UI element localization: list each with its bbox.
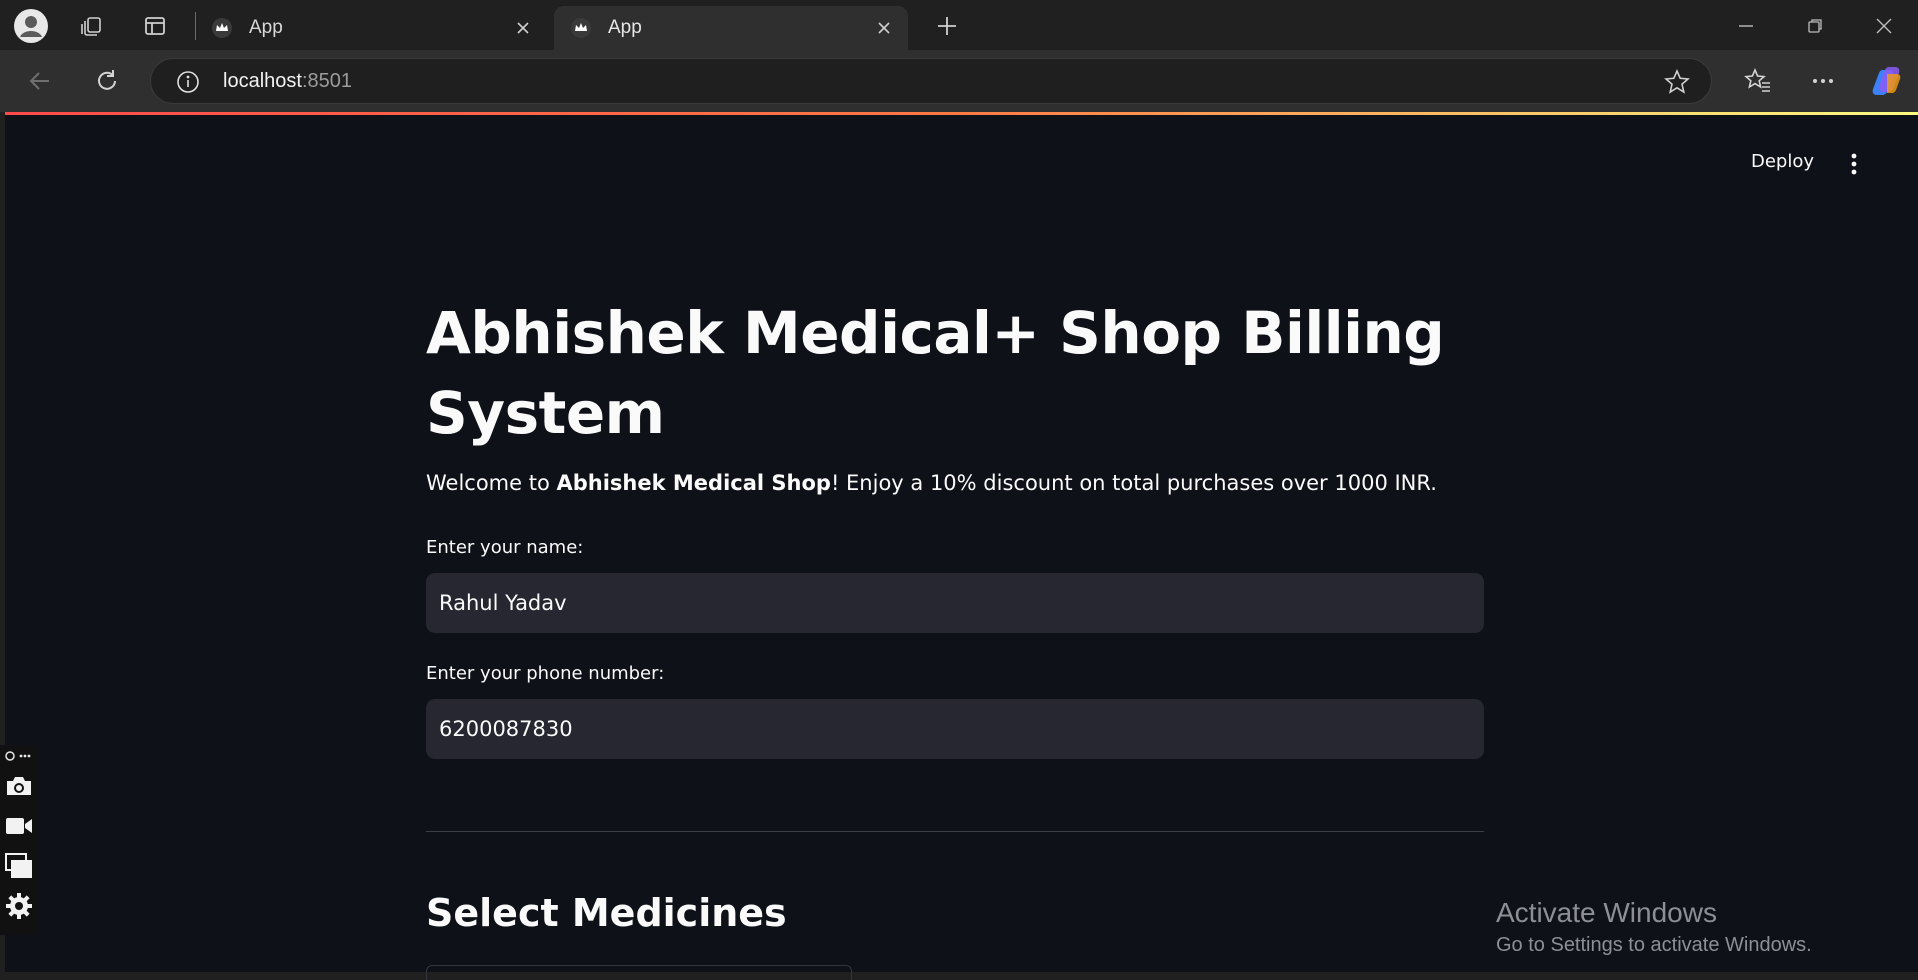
vertical-tabs-icon[interactable] (141, 12, 169, 40)
recorder-toolbar (0, 745, 38, 935)
welcome-shop-name: Abhishek Medical Shop (556, 471, 831, 495)
camera-icon[interactable] (4, 771, 34, 801)
tab-label: App (249, 17, 283, 38)
streamlit-favicon-icon (209, 15, 235, 41)
new-tab-icon[interactable] (932, 11, 962, 41)
watermark-title: Activate Windows (1496, 897, 1717, 928)
address-url: localhost:8501 (223, 70, 352, 93)
name-field-label: Enter your name: (426, 537, 584, 558)
welcome-prefix: Welcome to (426, 471, 557, 495)
address-bar[interactable]: localhost:8501 (150, 58, 1712, 104)
workspaces-icon[interactable] (78, 12, 106, 40)
browser-tab-strip: App App (0, 0, 1918, 50)
more-icon[interactable] (1807, 65, 1839, 97)
main-menu-icon[interactable] (1842, 151, 1866, 177)
windows-icon[interactable] (4, 851, 34, 881)
minimize-icon[interactable] (1732, 12, 1760, 40)
deploy-button[interactable]: Deploy (1751, 151, 1814, 172)
favorites-icon[interactable] (1742, 65, 1774, 97)
browser-nav-bar: localhost:8501 (0, 50, 1918, 112)
video-icon[interactable] (4, 811, 34, 841)
recorder-menu-icon[interactable] (4, 747, 34, 765)
activation-watermark: Activate Windows Go to Settings to activ… (1496, 896, 1812, 960)
page-title: Abhishek Medical+ Shop Billing System (426, 299, 1445, 447)
restore-icon[interactable] (1801, 12, 1829, 40)
medicines-table[interactable] (426, 965, 852, 980)
phone-input[interactable] (426, 699, 1484, 759)
tab-app-inactive[interactable]: App (195, 6, 547, 50)
url-port: :8501 (301, 70, 352, 92)
watermark-subtitle: Go to Settings to activate Windows. (1496, 934, 1812, 956)
settings-icon[interactable] (4, 891, 34, 921)
copilot-icon[interactable] (1868, 63, 1904, 99)
tab-close-icon[interactable] (870, 14, 898, 42)
welcome-text: Welcome to Abhishek Medical Shop! Enjoy … (426, 471, 1437, 495)
streamlit-favicon-icon (568, 15, 594, 41)
close-window-icon[interactable] (1870, 12, 1898, 40)
welcome-suffix: ! Enjoy a 10% discount on total purchase… (830, 471, 1437, 495)
site-info-icon[interactable] (175, 69, 201, 95)
tab-app-active[interactable]: App (554, 6, 908, 50)
refresh-icon[interactable] (91, 65, 123, 97)
favorite-star-icon[interactable] (1663, 68, 1691, 96)
select-medicines-heading: Select Medicines (426, 891, 787, 935)
section-divider (426, 831, 1484, 832)
tab-close-icon[interactable] (509, 14, 537, 42)
profile-avatar-icon[interactable] (12, 7, 50, 45)
tab-label: App (608, 17, 642, 38)
url-host: localhost (223, 70, 302, 92)
name-input[interactable] (426, 573, 1484, 633)
back-icon[interactable] (24, 65, 56, 97)
phone-field-label: Enter your phone number: (426, 663, 665, 684)
streamlit-app: Deploy Abhishek Medical+ Shop Billing Sy… (5, 115, 1918, 980)
